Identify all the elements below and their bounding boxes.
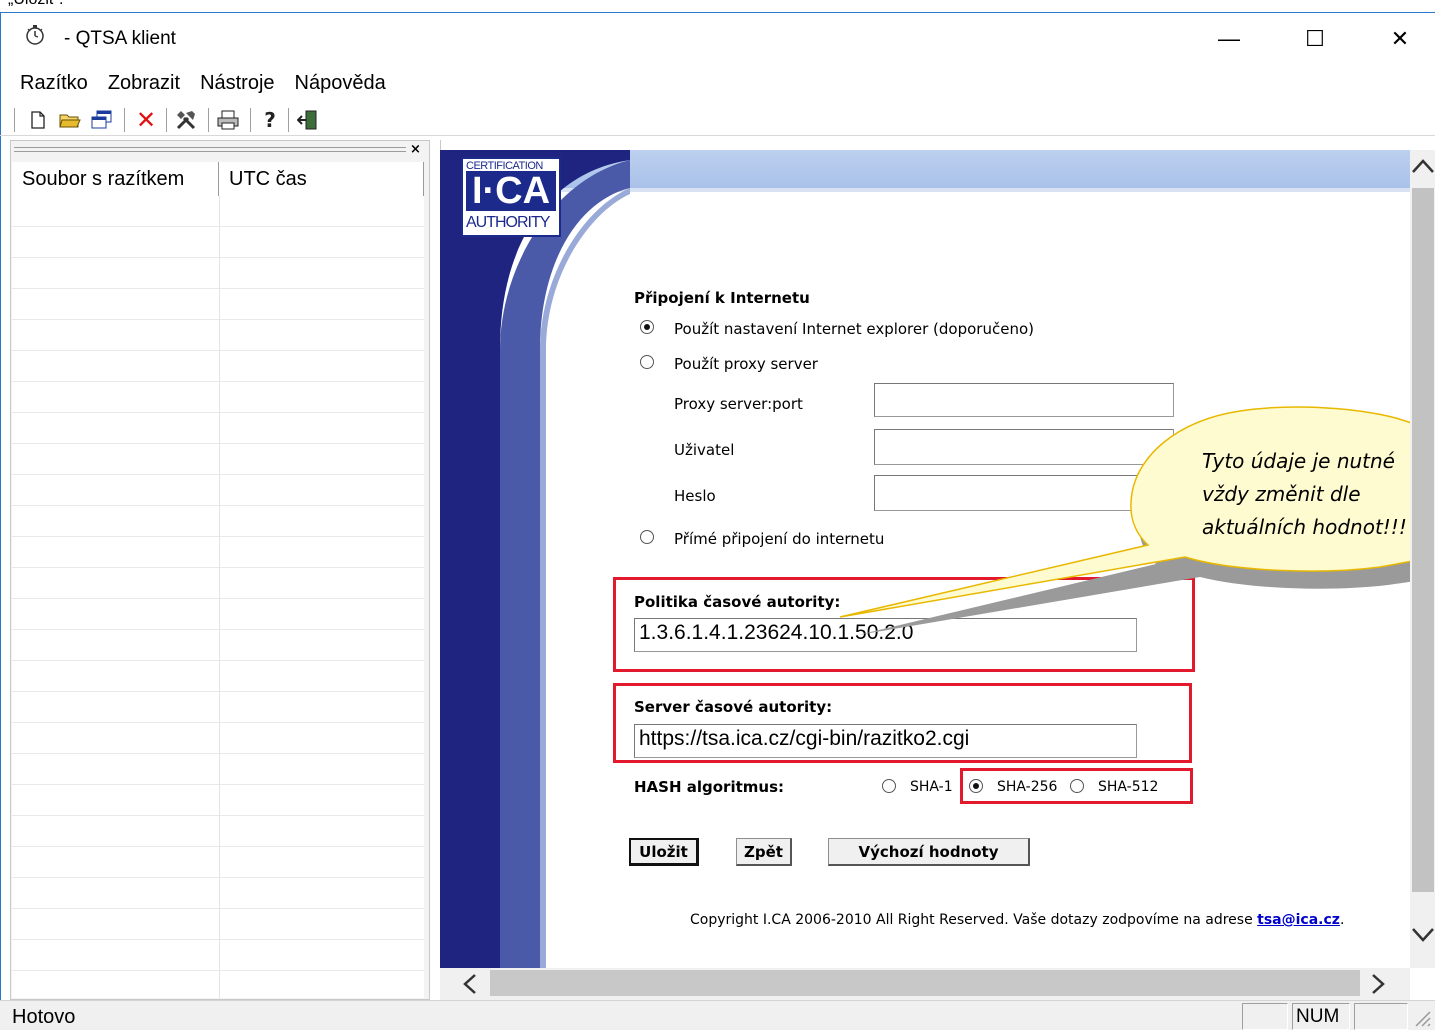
status-panel-empty <box>1242 1003 1288 1030</box>
menu-razitko[interactable]: Razítko <box>0 68 98 100</box>
save-button[interactable]: Uložit <box>629 838 699 866</box>
column-header-utc[interactable]: UTC čas <box>219 162 424 196</box>
sha1-label: SHA-1 <box>910 779 953 795</box>
defaults-button-label: Výchozí hodnoty <box>858 842 999 861</box>
toolbar: ✕ ? <box>0 102 1435 136</box>
copyright-end: . <box>1339 912 1345 928</box>
scroll-right-icon[interactable] <box>1368 972 1388 1000</box>
toolbar-separator <box>14 108 16 132</box>
scroll-down-icon[interactable] <box>1410 925 1435 951</box>
radio-ie-label: Použít nastavení Internet explorer (dopo… <box>674 320 1034 338</box>
menu-label: Razítko <box>20 72 88 94</box>
file-list[interactable] <box>12 196 424 998</box>
proxy-label: Proxy server:port <box>674 395 803 413</box>
policy-label: Politika časové autority: <box>634 593 841 611</box>
window-title: - QTSA klient <box>64 28 176 49</box>
list-header: Soubor s razítkem UTC čas <box>12 162 424 197</box>
vertical-scroll-thumb[interactable] <box>1412 188 1434 892</box>
sha256-label: SHA-256 <box>997 779 1058 795</box>
logo-line2: I·CA <box>466 171 556 211</box>
pane-close-icon[interactable]: × <box>410 142 421 157</box>
user-label: Uživatel <box>674 441 735 459</box>
help-icon[interactable]: ? <box>258 108 282 132</box>
toolbar-separator <box>250 108 252 132</box>
minimize-icon: — <box>1218 26 1240 51</box>
radio-proxy[interactable] <box>640 355 654 369</box>
minimize-button[interactable]: — <box>1184 14 1274 64</box>
tools-icon[interactable] <box>174 108 198 132</box>
logo-line3: AUTHORITY <box>466 214 550 231</box>
hash-label: HASH algoritmus: <box>634 778 784 796</box>
password-label: Heslo <box>674 487 716 505</box>
toolbar-separator <box>208 108 210 132</box>
back-button-label: Zpět <box>744 842 783 861</box>
menu-bar: Razítko Zobrazit Nástroje Nápověda <box>0 68 1435 100</box>
print-icon[interactable] <box>216 108 240 132</box>
top-caption: „Uložit". <box>8 0 63 9</box>
toolbar-separator <box>166 108 168 132</box>
status-bar <box>0 1000 1435 1030</box>
stopwatch-icon <box>24 24 46 46</box>
connection-heading: Připojení k Internetu <box>634 289 810 307</box>
column-header-file[interactable]: Soubor s razítkem <box>12 162 219 196</box>
status-panel-num: NUM <box>1292 1003 1350 1030</box>
callout-line1: Tyto údaje je nutné <box>1202 449 1395 473</box>
server-label: Server časové autority: <box>634 698 833 716</box>
callout-line3: aktuálních hodnot!!! <box>1202 515 1407 539</box>
email-link[interactable]: tsa@ica.cz <box>1257 912 1340 928</box>
status-panel-empty <box>1354 1003 1408 1030</box>
delete-icon[interactable]: ✕ <box>134 106 158 134</box>
toolbar-separator <box>124 108 126 132</box>
menu-zobrazit[interactable]: Zobrazit <box>98 68 190 100</box>
menu-label: Nápověda <box>294 72 386 94</box>
new-document-icon[interactable] <box>26 108 50 132</box>
radio-sha512[interactable] <box>1070 779 1084 793</box>
close-button[interactable]: ✕ <box>1355 14 1435 64</box>
open-folder-icon[interactable] <box>58 108 82 132</box>
ica-logo: CERTIFICATION I·CA AUTHORITY <box>461 157 561 237</box>
server-input[interactable]: https://tsa.ica.cz/cgi-bin/razitko2.cgi <box>634 724 1137 758</box>
toolbar-separator <box>288 108 290 132</box>
status-text: Hotovo <box>12 1006 76 1028</box>
maximize-icon: ☐ <box>1305 26 1325 51</box>
menu-napoveda[interactable]: Nápověda <box>285 68 396 100</box>
save-button-label: Uložit <box>639 842 688 861</box>
horizontal-scroll-thumb[interactable] <box>490 970 1360 996</box>
scroll-left-icon[interactable] <box>460 972 480 1000</box>
scroll-up-icon[interactable] <box>1410 156 1435 182</box>
list-column-divider <box>219 196 220 998</box>
decorative-arc <box>440 150 630 968</box>
close-icon: ✕ <box>1390 26 1410 51</box>
maximize-button[interactable]: ☐ <box>1270 14 1360 64</box>
sha512-label: SHA-512 <box>1098 779 1159 795</box>
menu-label: Nástroje <box>200 72 275 94</box>
copyright-text: Copyright I.CA 2006-2010 All Right Reser… <box>690 912 1258 928</box>
radio-direct[interactable] <box>640 530 654 544</box>
menu-label: Zobrazit <box>107 72 181 94</box>
callout-line2: vždy změnit dle <box>1202 482 1361 506</box>
pane-grip[interactable] <box>12 141 428 161</box>
radio-proxy-label: Použít proxy server <box>674 355 818 373</box>
callout-text: Tyto údaje je nutné vždy změnit dle aktu… <box>1202 445 1435 544</box>
back-button[interactable]: Zpět <box>736 838 792 866</box>
resize-grip-icon[interactable] <box>1412 1008 1432 1032</box>
copyright: Copyright I.CA 2006-2010 All Right Reser… <box>690 912 1344 928</box>
radio-ie[interactable] <box>640 320 654 334</box>
radio-sha256[interactable] <box>969 779 983 793</box>
exit-icon[interactable] <box>296 108 320 132</box>
defaults-button[interactable]: Výchozí hodnoty <box>828 838 1030 866</box>
menu-nastroje[interactable]: Nástroje <box>190 68 284 100</box>
radio-sha1[interactable] <box>882 779 896 793</box>
windows-icon[interactable] <box>90 108 114 132</box>
